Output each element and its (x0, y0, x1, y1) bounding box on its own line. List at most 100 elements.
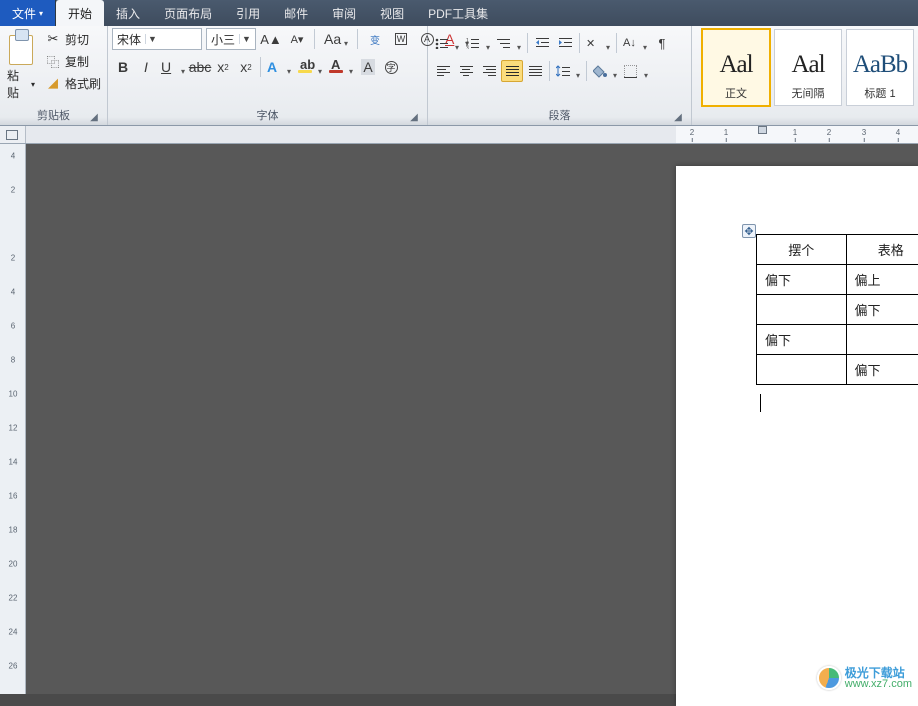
table-cell[interactable]: 偏下 (757, 265, 847, 295)
indent-marker[interactable] (758, 126, 767, 134)
vruler-tick: 12 (8, 424, 18, 433)
vruler-tick: 26 (8, 662, 18, 671)
indent-inc-button[interactable] (554, 32, 576, 54)
table-move-handle[interactable]: ✥ (742, 224, 756, 238)
document-table[interactable]: 摆个表格 偏下偏上 偏下 偏下 偏下 (756, 234, 918, 385)
table-cell[interactable] (757, 295, 847, 325)
borders-button[interactable] (621, 60, 651, 82)
tab-pdf[interactable]: PDF工具集 (416, 0, 500, 26)
workspace: 4 2 2 4 6 8 10 12 14 16 18 20 22 24 26 ✥… (0, 144, 918, 694)
grow-font-button[interactable]: A▲ (260, 28, 282, 50)
tab-reference[interactable]: 引用 (224, 0, 272, 26)
tab-mail[interactable]: 邮件 (272, 0, 320, 26)
highlight-button[interactable]: ab (295, 56, 325, 78)
bold-button[interactable]: B (112, 56, 134, 78)
show-marks-button[interactable]: ¶ (651, 32, 673, 54)
tab-file[interactable]: 文件▾ (0, 0, 56, 26)
ruler-tick: 1 (793, 128, 797, 137)
table-row[interactable]: 偏下偏上 (757, 265, 918, 295)
strikethrough-button[interactable]: abc (189, 56, 211, 78)
font-size-value: 小三 (207, 31, 239, 48)
paste-label: 粘贴 (7, 67, 30, 101)
copy-label: 复制 (65, 53, 89, 70)
tab-view[interactable]: 视图 (368, 0, 416, 26)
table-row[interactable]: 偏下 (757, 295, 918, 325)
font-name-combo[interactable]: 宋体▼ (112, 28, 202, 50)
align-distribute-button[interactable] (524, 60, 546, 82)
underline-button[interactable]: U (158, 56, 188, 78)
shrink-font-button[interactable]: A▾ (286, 28, 308, 50)
table-cell[interactable]: 摆个 (757, 235, 847, 265)
sort-button[interactable]: A↓ (620, 32, 650, 54)
svg-text:3: 3 (466, 46, 469, 49)
table-row[interactable]: 偏下 (757, 325, 918, 355)
numbering-icon: 123 (466, 38, 479, 49)
cut-label: 剪切 (65, 31, 89, 48)
phonetic-guide-button[interactable]: 变 (364, 28, 386, 50)
vruler-tick: 22 (8, 594, 18, 603)
table-cell[interactable]: 偏下 (846, 355, 918, 385)
table-cell[interactable]: 偏下 (846, 295, 918, 325)
watermark-url: www.xz7.com (845, 679, 912, 690)
table-cell[interactable]: 表格 (846, 235, 918, 265)
font-color-button[interactable]: A (326, 56, 356, 78)
align-right-button[interactable] (478, 60, 500, 82)
ruler-tick: 2 (827, 128, 831, 137)
paragraph-launcher[interactable]: ◢ (671, 111, 685, 125)
scissors-icon: ✂ (45, 31, 61, 47)
table-row[interactable]: 摆个表格 (757, 235, 918, 265)
tab-file-label: 文件 (12, 5, 36, 22)
tab-insert[interactable]: 插入 (104, 0, 152, 26)
copy-button[interactable]: ⿻复制 (40, 50, 106, 72)
multilevel-button[interactable] (494, 32, 524, 54)
indent-dec-button[interactable] (531, 32, 553, 54)
style-heading-1[interactable]: AaBb 标题 1 (846, 29, 914, 106)
format-painter-button[interactable]: ◢格式刷 (40, 72, 106, 94)
table-cell[interactable] (757, 355, 847, 385)
enc-char2-button[interactable]: 字 (380, 56, 402, 78)
clipboard-launcher[interactable]: ◢ (87, 111, 101, 125)
document-page[interactable]: ✥ 摆个表格 偏下偏上 偏下 偏下 偏下 (676, 166, 918, 706)
style-body-text[interactable]: Aal 正文 (702, 29, 770, 106)
horizontal-ruler[interactable]: 2 1 1 2 3 4 (676, 126, 918, 143)
paste-button[interactable]: 粘贴▾ (4, 28, 38, 104)
vertical-ruler[interactable]: 4 2 2 4 6 8 10 12 14 16 18 20 22 24 26 (0, 144, 26, 694)
tab-layout[interactable]: 页面布局 (152, 0, 224, 26)
font-size-combo[interactable]: 小三▼ (206, 28, 256, 50)
shading-button[interactable] (590, 60, 620, 82)
page-area: ✥ 摆个表格 偏下偏上 偏下 偏下 偏下 (676, 144, 918, 694)
vruler-tick: 16 (8, 492, 18, 501)
text-cursor (760, 394, 761, 412)
tab-review[interactable]: 审阅 (320, 0, 368, 26)
ruler-dark-area (26, 126, 676, 143)
table-cell[interactable]: 偏下 (757, 325, 847, 355)
line-spacing-button[interactable] (553, 60, 583, 82)
superscript-button[interactable]: x2 (235, 56, 257, 78)
font-launcher[interactable]: ◢ (407, 111, 421, 125)
menu-tab-row: 文件▾ 开始 插入 页面布局 引用 邮件 审阅 视图 PDF工具集 (0, 0, 918, 26)
ruler-corner[interactable] (0, 126, 26, 143)
align-justify-button[interactable] (501, 60, 523, 82)
italic-button[interactable]: I (135, 56, 157, 78)
copy-icon: ⿻ (45, 53, 61, 69)
vruler-tick: 18 (8, 526, 18, 535)
bullets-button[interactable] (432, 32, 462, 54)
align-left-button[interactable] (432, 60, 454, 82)
table-cell[interactable] (846, 325, 918, 355)
align-center-button[interactable] (455, 60, 477, 82)
align-distribute-icon (529, 66, 542, 77)
tab-home[interactable]: 开始 (56, 0, 104, 26)
style-no-spacing[interactable]: Aal 无间隔 (774, 29, 842, 106)
subscript-button[interactable]: x2 (212, 56, 234, 78)
table-row[interactable]: 偏下 (757, 355, 918, 385)
vruler-tick: 4 (8, 288, 18, 297)
group-styles: Aal 正文 Aal 无间隔 AaBb 标题 1 (692, 26, 918, 125)
cut-button[interactable]: ✂剪切 (40, 28, 106, 50)
table-cell[interactable]: 偏上 (846, 265, 918, 295)
text-direction-button[interactable]: ✕ (583, 32, 613, 54)
text-effects-button[interactable]: A (264, 56, 294, 78)
numbering-button[interactable]: 123 (463, 32, 493, 54)
change-case-button[interactable]: Aa (321, 28, 351, 50)
char-shading-button[interactable]: A (357, 56, 379, 78)
char-border-button[interactable]: W (390, 28, 412, 50)
